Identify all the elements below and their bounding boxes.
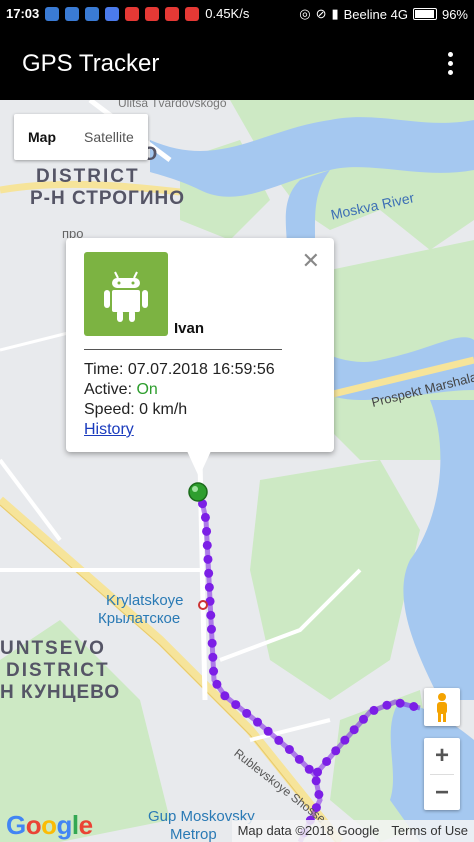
map-type-toggle: Map Satellite [14,114,148,160]
silent-icon: ⊘ [315,6,327,21]
status-bar: 17:03 0.45K/s ◎ ⊘ ▮ Beeline 4G 96% [0,0,474,28]
more-vert-icon[interactable] [444,52,456,78]
hotspot-icon: ◎ [299,6,311,21]
track-point [304,764,314,774]
track-point [311,776,321,786]
map-canvas [0,100,474,842]
track-point [284,744,294,754]
terms-link[interactable]: Terms of Use [391,823,468,839]
track-point [322,756,332,766]
notification-icon [65,6,80,21]
device-name: Ivan [174,320,205,337]
battery-percent: 96% [441,6,468,22]
track-point [349,725,359,735]
track-point [242,708,252,718]
speed-label: Speed: [84,401,135,418]
track-point [203,554,213,564]
info-details: Time: 07.07.2018 16:59:56 Active: On Spe… [84,360,275,440]
track-point [202,540,212,550]
history-link[interactable]: History [84,421,134,438]
metro-label-ru: Крылатское [98,610,181,627]
map-view[interactable]: Ulitsa Tvardovskogo STROGINO DISTRICT Р-… [0,100,474,842]
metro-label: Krylatskoye [106,592,184,609]
speed-value: 0 km/h [139,401,188,418]
notification-icon [165,6,180,21]
notification-icon [85,6,100,21]
track-point [331,746,341,756]
track-point [263,726,273,736]
map-label-street: Ulitsa Tvardovskogo [118,100,227,110]
network-speed: 0.45K/s [205,6,250,21]
app-bar: GPS Tracker [0,28,474,100]
notification-icon [125,6,140,21]
time-row: Time: 07.07.2018 16:59:56 [84,360,275,380]
track-point [253,717,263,727]
track-point [231,700,241,710]
map-attribution: Map data ©2018 Google Terms of Use [231,820,474,842]
zoom-controls: + − [424,738,460,810]
time-label: Time: [84,361,124,378]
track-point [313,767,323,777]
carrier-label: Beeline 4G [343,6,408,22]
map-label-district-2: UNTSEVO [0,638,106,659]
map-label-district-ru: Р-Н СТРОГИНО [30,188,185,209]
notification-icon [145,6,160,21]
map-label-place: Metrop [170,826,217,842]
close-icon[interactable]: ✕ [302,248,320,274]
google-logo: Google [6,810,93,840]
signal-icon: ▮ [331,6,339,21]
status-time: 17:03 [6,6,40,21]
speed-row: Speed: 0 km/h [84,400,275,420]
zoom-in-button[interactable]: + [424,738,460,774]
info-window: ✕ Ivan Time: 07.07.2018 16:59:56 Active:… [66,238,334,452]
map-type-map-button[interactable]: Map [14,114,70,160]
track-point [208,652,218,662]
track-point [395,698,405,708]
notification-icon [45,6,60,21]
street-view-pegman-icon[interactable] [424,688,460,726]
track-point [340,735,350,745]
divider [84,349,282,350]
android-icon [84,252,168,336]
active-label: Active: [84,381,133,398]
zoom-out-button[interactable]: − [424,775,460,811]
track-point [206,624,216,634]
notification-icon [185,6,200,21]
track-point [294,754,304,764]
track-point [209,666,219,676]
track-point [274,735,284,745]
track-point [206,610,216,620]
map-label-district: DISTRICT [36,166,140,187]
notification-icon [105,6,120,21]
track-point [200,512,210,522]
time-value: 07.07.2018 16:59:56 [127,361,275,378]
track-point [212,679,222,689]
track-point [207,638,217,648]
active-row: Active: On [84,380,275,400]
track-point [358,714,368,724]
track-point [409,702,419,712]
map-data-label: Map data ©2018 Google [237,823,380,838]
battery-icon [412,8,437,20]
map-label-district-2-ru: Н КУНЦЕВО [0,682,121,703]
metro-icon [198,600,208,610]
active-value: On [136,381,158,398]
map-label-district-2: DISTRICT [6,660,110,681]
track-point [204,568,214,578]
info-window-pointer [187,451,211,477]
track-point [204,582,214,592]
app-title: GPS Tracker [22,50,160,77]
map-type-satellite-button[interactable]: Satellite [70,114,148,160]
track-point [220,691,230,701]
track-point [314,789,324,799]
track-point [202,526,212,536]
track-point [369,705,379,715]
track-point [382,700,392,710]
